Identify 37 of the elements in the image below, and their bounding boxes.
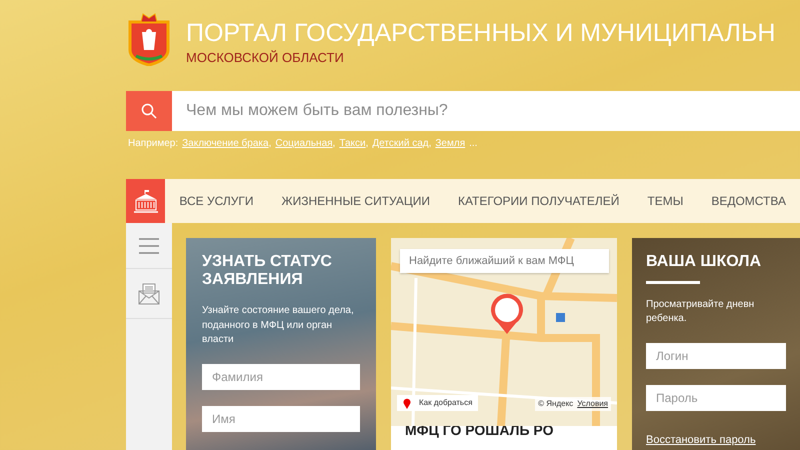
nav-tab[interactable]: ЖИЗНЕННЫЕ СИТУАЦИИ — [268, 192, 444, 210]
route-button[interactable]: Как добраться — [397, 395, 478, 411]
map-copyright: © Яндекс — [538, 399, 574, 408]
text-field[interactable]: Имя — [202, 406, 360, 432]
text-field[interactable]: Логин — [646, 342, 786, 369]
portal-title: ПОРТАЛ ГОСУДАРСТВЕННЫХ И МУНИЦИПАЛЬН — [186, 18, 776, 48]
card-description: Узнайте состояние вашего дела, поданного в МФЦ или орган власти — [202, 304, 355, 348]
home-nav-button[interactable] — [126, 179, 166, 223]
more-ellipsis: ... — [469, 138, 478, 149]
separator: , — [268, 138, 272, 149]
separator: , — [428, 138, 432, 149]
separator: , — [332, 138, 336, 149]
text-field[interactable]: Фамилия — [202, 364, 360, 390]
map-pin-icon — [489, 293, 525, 335]
search-button[interactable] — [126, 91, 172, 131]
portal-subtitle: МОСКОВСКОЙ ОБЛАСТИ — [186, 49, 345, 67]
examples-label: Например: — [128, 138, 178, 149]
building-icon — [132, 189, 159, 213]
title-underline — [646, 280, 700, 284]
coat-of-arms-icon — [126, 10, 172, 66]
card-title: УЗНАТЬ СТАТУС ЗАЯВЛЕНИЯ — [202, 253, 333, 288]
map-search-field[interactable]: Найдите ближайший к вам МФЦ — [400, 249, 609, 273]
text-field[interactable]: Пароль — [646, 384, 786, 411]
separator: , — [366, 138, 368, 149]
nav-tab[interactable]: КАТЕГОРИИ ПОЛУЧАТЕЛЕЙ — [444, 192, 634, 210]
pin-icon — [403, 398, 411, 408]
search-icon — [141, 103, 157, 119]
nav-tab[interactable]: ВЕДОМСТВА — [697, 192, 800, 210]
nav-tab[interactable]: ТЕМЫ — [633, 192, 698, 210]
nav-tab[interactable]: ВСЕ УСЛУГИ — [165, 192, 268, 210]
terms-link[interactable]: Условия — [577, 399, 608, 408]
card-title: ВАША ШКОЛА — [646, 253, 762, 271]
restore-password-link[interactable]: Восстановить пароль — [646, 434, 756, 446]
menu-icon — [139, 238, 159, 254]
card-description: Просматривайте дневн ребенка. — [646, 298, 756, 326]
envelope-icon — [138, 282, 160, 304]
search-field[interactable]: Чем мы можем быть вам полезны? — [172, 91, 800, 131]
